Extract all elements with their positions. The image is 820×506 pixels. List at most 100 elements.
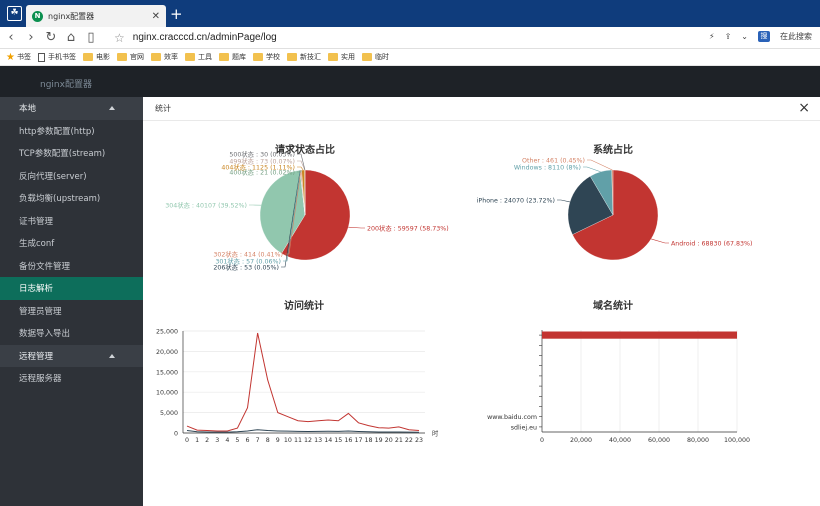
x-tick-label: 22 — [405, 437, 413, 444]
folder-icon — [116, 53, 127, 61]
browser-tab[interactable]: N nginx配置器 ✕ — [26, 5, 166, 27]
forward-icon[interactable]: › — [22, 30, 40, 45]
pie-label: 200状态 : 59597 (58.73%) — [367, 224, 449, 233]
x-tick-label: 12 — [304, 437, 312, 444]
pie-label: Windows : 8110 (8%) — [514, 165, 581, 172]
pie-label: 500状态 : 30 (0.03%) — [229, 150, 295, 159]
app-brand: nginx配置器 — [40, 80, 92, 90]
x-tick-label: 6 — [246, 437, 250, 444]
x-tick-label: 20,000 — [570, 437, 592, 444]
lightning-icon[interactable]: ⚡ — [709, 32, 715, 41]
pie-label-line — [348, 226, 365, 229]
folder-icon — [252, 53, 263, 61]
phone-icon — [37, 52, 45, 62]
caret-up-icon — [109, 106, 115, 110]
x-tick-label: 15 — [334, 437, 342, 444]
x-tick-label: 3 — [215, 437, 219, 444]
sidebar-item-remote-server[interactable]: 远程服务器 — [0, 367, 143, 390]
home-icon[interactable]: ⌂ — [62, 30, 80, 45]
x-tick-label: 18 — [365, 437, 373, 444]
chart-1-title: 系统占比 — [593, 143, 633, 156]
y-tick-label: 25,000 — [156, 329, 178, 336]
bookmark-item[interactable]: 手机书签 — [37, 52, 76, 62]
x-tick-label: 21 — [395, 437, 403, 444]
x-tick-label: 10 — [284, 437, 292, 444]
folder-icon — [82, 53, 93, 61]
sidebar-group-remote[interactable]: 远程管理 — [0, 344, 143, 367]
nginx-favicon-icon: N — [32, 10, 43, 22]
folder-icon — [286, 53, 297, 61]
y-tick-label: 15,000 — [156, 369, 178, 376]
bookmark-item[interactable]: 临时 — [361, 52, 389, 62]
bookmark-item[interactable]: 实用 — [327, 52, 355, 62]
x-tick-label: 17 — [354, 437, 362, 444]
sidebar-item-http[interactable]: http参数配置(http) — [0, 120, 143, 143]
chevron-down-icon[interactable]: ⌄ — [741, 32, 748, 41]
sidebar-item-admin[interactable]: 管理员管理 — [0, 300, 143, 323]
x-tick-label: 0 — [185, 437, 189, 444]
pie-label-line — [651, 238, 669, 244]
sidebar: 本地 http参数配置(http) TCP参数配置(stream) 反向代理(s… — [0, 97, 143, 506]
share-icon[interactable]: ⇪ — [725, 32, 732, 41]
tab-close-icon[interactable]: ✕ — [152, 11, 160, 22]
browser-app-icon[interactable]: ☘ — [7, 6, 22, 21]
address-bar-right: ⚡ ⇪ ⌄ 搜 在此搜索 — [709, 31, 812, 42]
bookmark-item[interactable]: 官网 — [116, 52, 144, 62]
x-tick-label: 23 — [415, 437, 423, 444]
x-tick-label: 40,000 — [609, 437, 631, 444]
x-tick-label: 2 — [205, 437, 209, 444]
y-tick-label: 10,000 — [156, 390, 178, 397]
bookmark-item[interactable]: 电影 — [82, 52, 110, 62]
x-tick-label: 5 — [235, 437, 239, 444]
reader-icon[interactable]: ▯ — [82, 30, 100, 45]
bookmark-star-icon[interactable]: ☆ — [114, 31, 125, 45]
search-engine-icon[interactable]: 搜 — [758, 31, 770, 42]
y-tick-label: 20,000 — [156, 349, 178, 356]
folder-icon — [327, 53, 338, 61]
bar — [542, 331, 737, 339]
sidebar-item-server[interactable]: 反向代理(server) — [0, 165, 143, 188]
back-icon[interactable]: ‹ — [2, 30, 20, 45]
search-box[interactable]: 在此搜索 — [780, 31, 812, 42]
chart-2-title: 访问统计 — [284, 299, 324, 312]
x-tick-label: 60,000 — [648, 437, 670, 444]
chart-3-title: 域名统计 — [593, 299, 633, 312]
bookmark-item[interactable]: 效率 — [150, 52, 178, 62]
pie-label-line — [557, 199, 571, 203]
y-tick-label: sdliej.eu — [511, 424, 537, 431]
y-tick-label: 5,000 — [160, 410, 178, 417]
tab-title: nginx配置器 — [48, 11, 95, 21]
x-tick-label: 11 — [294, 437, 302, 444]
sidebar-group-local[interactable]: 本地 — [0, 97, 143, 120]
app-header: nginx配置器 — [0, 66, 820, 97]
x-tick-label: 1 — [195, 437, 199, 444]
pie-label: Android : 68830 (67.83%) — [671, 241, 752, 248]
pie-label: 302状态 : 414 (0.41%) — [213, 250, 283, 259]
bookmark-item[interactable]: 学校 — [252, 52, 280, 62]
folder-icon — [218, 53, 229, 61]
sidebar-item-stream[interactable]: TCP参数配置(stream) — [0, 142, 143, 165]
bookmark-item[interactable]: ★ 书签 — [6, 52, 31, 63]
x-tick-label: 4 — [225, 437, 229, 444]
x-tick-label: 20 — [385, 437, 393, 444]
new-tab-icon[interactable]: + — [170, 6, 183, 22]
bookmark-item[interactable]: 新技汇 — [286, 52, 321, 62]
sidebar-item-log[interactable]: 日志解析 — [0, 277, 143, 300]
x-tick-label: 80,000 — [687, 437, 709, 444]
folder-icon — [184, 53, 195, 61]
bookmark-item[interactable]: 题库 — [218, 52, 246, 62]
pie-label: 304状态 : 40107 (39.52%) — [165, 201, 247, 210]
sidebar-item-upstream[interactable]: 负载均衡(upstream) — [0, 187, 143, 210]
y-tick-label: www.baidu.com — [487, 414, 537, 421]
url-field[interactable]: nginx.cracccd.cn/adminPage/log — [133, 32, 277, 43]
sidebar-item-conf[interactable]: 生成conf — [0, 232, 143, 255]
pie-label: iPhone : 24070 (23.72%) — [477, 198, 555, 205]
charts-canvas: 请求状态占比200状态 : 59597 (58.73%)304状态 : 4010… — [156, 143, 752, 444]
sidebar-item-import-export[interactable]: 数据导入导出 — [0, 322, 143, 345]
sidebar-item-backup[interactable]: 备份文件管理 — [0, 255, 143, 278]
refresh-icon[interactable]: ↻ — [42, 30, 60, 45]
star-icon: ★ — [6, 51, 15, 63]
sidebar-item-cert[interactable]: 证书管理 — [0, 210, 143, 233]
address-bar: ‹ › ↻ ⌂ ▯ ☆ nginx.cracccd.cn/adminPage/l… — [0, 27, 820, 49]
bookmark-item[interactable]: 工具 — [184, 52, 212, 62]
